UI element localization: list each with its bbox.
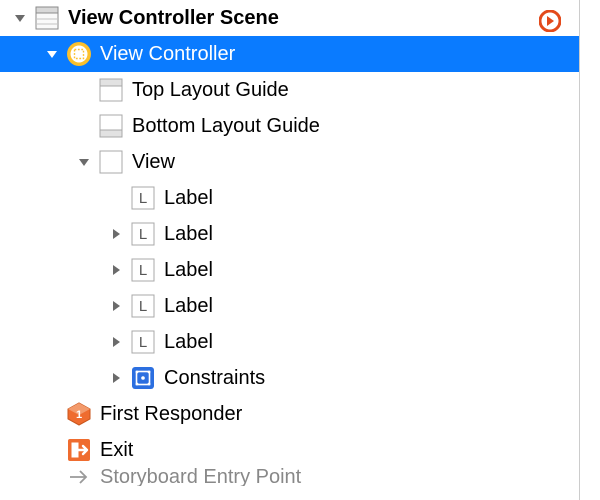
tree-item-label: View Controller: [100, 43, 235, 66]
constraints-icon: [130, 365, 156, 391]
tree-row-label[interactable]: L Label: [0, 180, 579, 216]
tree-row-label[interactable]: L Label: [0, 288, 579, 324]
disclosure-closed-icon[interactable]: [108, 370, 124, 386]
layout-guide-icon: [98, 113, 124, 139]
tree-row-top-layout-guide[interactable]: Top Layout Guide: [0, 72, 579, 108]
disclosure-open-icon[interactable]: [44, 46, 60, 62]
tree-item-label: Label: [164, 259, 213, 282]
scene-icon: [34, 5, 60, 31]
tree-row-label[interactable]: L Label: [0, 216, 579, 252]
tree-item-label: Exit: [100, 439, 133, 462]
tree-row-entry-point[interactable]: Storyboard Entry Point: [0, 468, 579, 486]
tree-row-view[interactable]: View: [0, 144, 579, 180]
disclosure-open-icon[interactable]: [12, 10, 28, 26]
tree-row-exit[interactable]: Exit: [0, 432, 579, 468]
tree-item-label: Label: [164, 331, 213, 354]
tree-row-label[interactable]: L Label: [0, 252, 579, 288]
tree-row-first-responder[interactable]: 1 First Responder: [0, 396, 579, 432]
first-responder-icon: 1: [66, 401, 92, 427]
tree-item-label: First Responder: [100, 403, 242, 426]
tree-row-view-controller[interactable]: View Controller: [0, 36, 579, 72]
tree-item-label: Bottom Layout Guide: [132, 115, 320, 138]
tree-item-label: Storyboard Entry Point: [100, 468, 301, 486]
disclosure-open-icon[interactable]: [76, 154, 92, 170]
tree-item-label: Constraints: [164, 367, 265, 390]
exit-icon: [66, 437, 92, 463]
svg-text:L: L: [139, 334, 147, 351]
tree-row-bottom-layout-guide[interactable]: Bottom Layout Guide: [0, 108, 579, 144]
tree-item-label: Label: [164, 187, 213, 210]
disclosure-closed-icon[interactable]: [108, 262, 124, 278]
tree-row-label[interactable]: L Label: [0, 324, 579, 360]
tree-row-scene[interactable]: View Controller Scene: [0, 0, 579, 36]
disclosure-closed-icon[interactable]: [108, 298, 124, 314]
svg-text:L: L: [139, 190, 147, 207]
disclosure-closed-icon[interactable]: [108, 226, 124, 242]
svg-text:L: L: [139, 226, 147, 243]
svg-text:L: L: [139, 298, 147, 315]
tree-row-constraints[interactable]: Constraints: [0, 360, 579, 396]
label-icon: L: [130, 329, 156, 355]
disclosure-closed-icon[interactable]: [108, 334, 124, 350]
svg-text:L: L: [139, 262, 147, 279]
warning-arrow-icon[interactable]: [539, 10, 561, 38]
document-outline-panel: View Controller Scene View Controller To…: [0, 0, 580, 500]
tree-item-label: Label: [164, 295, 213, 318]
label-icon: L: [130, 293, 156, 319]
tree-item-label: View: [132, 151, 175, 174]
label-icon: L: [130, 257, 156, 283]
tree-item-label: Top Layout Guide: [132, 79, 289, 102]
view-controller-icon: [66, 41, 92, 67]
layout-guide-icon: [98, 77, 124, 103]
label-icon: L: [130, 185, 156, 211]
tree-item-label: Label: [164, 223, 213, 246]
svg-text:1: 1: [76, 409, 82, 421]
scene-title: View Controller Scene: [68, 7, 279, 30]
label-icon: L: [130, 221, 156, 247]
view-icon: [98, 149, 124, 175]
entry-point-icon: [66, 468, 92, 486]
